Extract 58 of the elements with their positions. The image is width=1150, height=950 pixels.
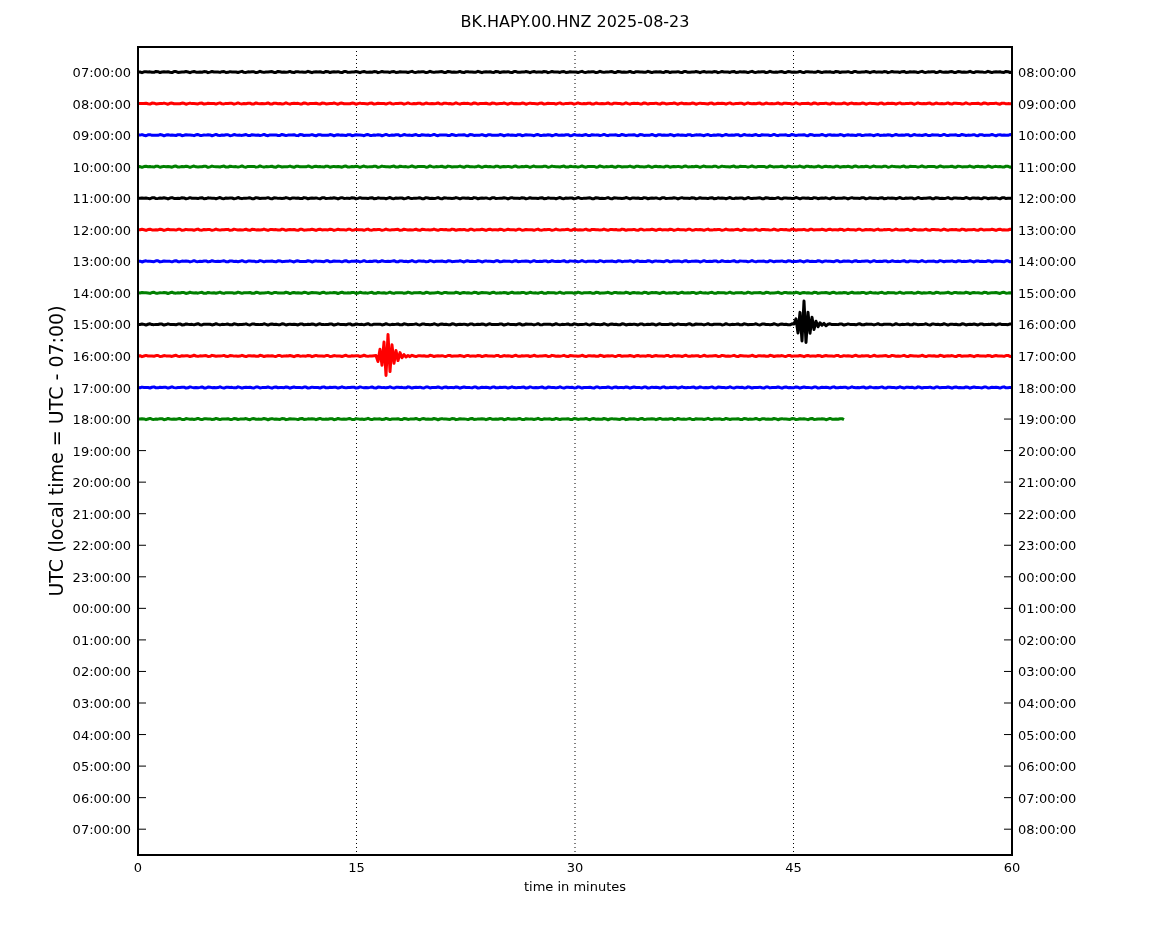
y-tick-label: 23:00:00: [1018, 538, 1077, 554]
y-tick-label: 16:00:00: [1018, 317, 1077, 333]
y-tick-label: 06:00:00: [72, 790, 131, 806]
y-tick-label: 23:00:00: [72, 569, 131, 585]
y-tick-label: 03:00:00: [72, 696, 131, 711]
y-tick-label: 18:00:00: [72, 412, 131, 428]
y-tick-label: 19:00:00: [72, 443, 131, 459]
y-tick-label: 20:00:00: [1018, 443, 1077, 459]
y-tick-label: 08:00:00: [1018, 822, 1077, 838]
x-tick-label: 15: [348, 860, 365, 875]
y-tick-label: 16:00:00: [72, 348, 131, 364]
y-tick-label: 19:00:00: [1018, 412, 1077, 428]
y-tick-label: 09:00:00: [72, 128, 131, 144]
y-tick-label: 21:00:00: [72, 506, 131, 522]
y-tick-label: 02:00:00: [72, 664, 131, 680]
y-tick-label: 01:00:00: [1018, 601, 1077, 617]
y-tick-label: 15:00:00: [72, 317, 131, 333]
y-tick-label: 09:00:00: [1018, 96, 1077, 112]
y-tick-label: 11:00:00: [1018, 159, 1077, 175]
y-tick-label: 15:00:00: [1018, 285, 1077, 301]
y-tick-label: 17:00:00: [1018, 348, 1077, 364]
x-tick-label: 45: [785, 860, 802, 875]
y-tick-label: 02:00:00: [1018, 632, 1077, 648]
y-tick-label: 11:00:00: [72, 191, 131, 207]
y-tick-label: 04:00:00: [1018, 696, 1077, 711]
y-tick-label: 10:00:00: [72, 159, 131, 175]
chart-title: BK.HAPY.00.HNZ 2025-08-23: [460, 12, 690, 31]
y-tick-label: 10:00:00: [1018, 128, 1077, 144]
y-tick-label: 04:00:00: [72, 727, 131, 743]
x-tick-label: 30: [566, 860, 584, 875]
y-tick-label: 08:00:00: [1018, 65, 1077, 80]
y-tick-label: 08:00:00: [72, 96, 131, 112]
y-tick-label: 05:00:00: [72, 759, 131, 775]
y-tick-label: 17:00:00: [72, 380, 131, 396]
y-tick-label: 22:00:00: [72, 538, 131, 554]
x-tick-label: 0: [133, 860, 143, 875]
y-tick-label: 13:00:00: [1018, 222, 1077, 238]
y-tick-label: 21:00:00: [1018, 475, 1077, 491]
y-tick-label: 12:00:00: [1018, 191, 1077, 207]
y-tick-label: 20:00:00: [72, 475, 131, 491]
y-tick-label: 13:00:00: [72, 254, 131, 270]
y-tick-label: 03:00:00: [1018, 664, 1077, 680]
y-tick-label: 14:00:00: [1018, 254, 1077, 270]
y-tick-label: 18:00:00: [1018, 380, 1077, 396]
y-tick-label: 14:00:00: [72, 285, 131, 301]
y-tick-label: 12:00:00: [72, 222, 131, 238]
y-tick-label: 00:00:00: [72, 601, 131, 617]
y-tick-label: 00:00:00: [1018, 569, 1077, 585]
x-axis-label: time in minutes: [523, 879, 627, 894]
y-tick-label: 05:00:00: [1018, 727, 1077, 743]
x-tick-label: 60: [1003, 860, 1021, 875]
y-tick-label: 07:00:00: [72, 822, 131, 838]
y-axis-label: UTC (local time = UTC - 07:00): [45, 305, 67, 597]
y-tick-label: 07:00:00: [72, 65, 131, 80]
y-tick-label: 07:00:00: [1018, 790, 1077, 806]
y-tick-label: 01:00:00: [72, 632, 131, 648]
y-tick-label: 22:00:00: [1018, 506, 1077, 522]
y-tick-label: 06:00:00: [1018, 759, 1077, 775]
